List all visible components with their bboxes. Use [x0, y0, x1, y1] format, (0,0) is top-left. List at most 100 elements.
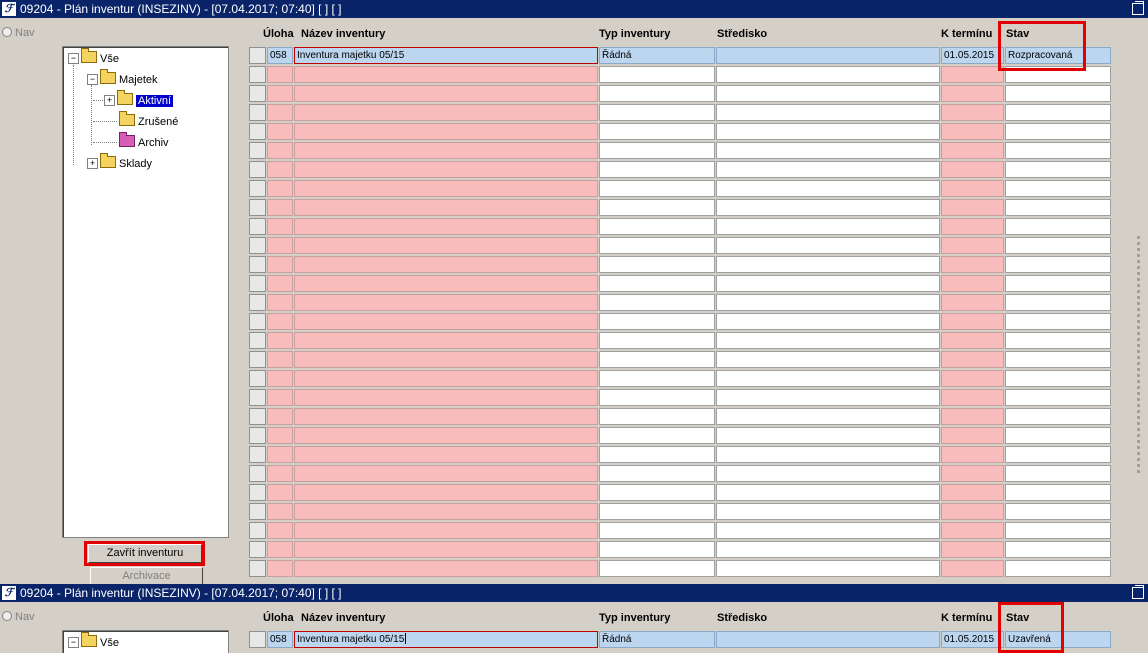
- cell-stredisko[interactable]: [716, 351, 940, 368]
- cell-nazev[interactable]: [294, 161, 598, 178]
- cell-uloha[interactable]: [267, 427, 293, 444]
- cell-typ[interactable]: Řádná: [599, 47, 715, 64]
- cell-termin[interactable]: [941, 123, 1004, 140]
- cell-stredisko[interactable]: [716, 370, 940, 387]
- restore-window-icon[interactable]: [1132, 1, 1144, 15]
- cell-stredisko[interactable]: [716, 560, 940, 577]
- cell-typ[interactable]: [599, 142, 715, 159]
- tree-node-vse[interactable]: − Vše: [68, 48, 119, 67]
- row-selector[interactable]: [249, 503, 266, 520]
- row-selector[interactable]: [249, 85, 266, 102]
- cell-stav[interactable]: [1005, 332, 1111, 349]
- cell-nazev[interactable]: [294, 237, 598, 254]
- cell-nazev[interactable]: [294, 484, 598, 501]
- cell-uloha[interactable]: [267, 522, 293, 539]
- cell-termin[interactable]: [941, 218, 1004, 235]
- cell-typ[interactable]: [599, 541, 715, 558]
- cell-uloha[interactable]: [267, 446, 293, 463]
- category-tree[interactable]: − Vše − Majetek + Aktivní Zrušené Archiv + S…: [62, 46, 229, 538]
- cell-stredisko[interactable]: [716, 123, 940, 140]
- cell-stredisko[interactable]: [716, 631, 940, 648]
- cell-nazev[interactable]: [294, 256, 598, 273]
- cell-stredisko[interactable]: [716, 465, 940, 482]
- cell-nazev[interactable]: [294, 66, 598, 83]
- cell-typ[interactable]: [599, 66, 715, 83]
- cell-typ[interactable]: [599, 180, 715, 197]
- cell-termin[interactable]: [941, 237, 1004, 254]
- row-selector[interactable]: [249, 66, 266, 83]
- cell-stredisko[interactable]: [716, 218, 940, 235]
- row-selector[interactable]: [249, 294, 266, 311]
- row-selector[interactable]: [249, 47, 266, 64]
- row-selector[interactable]: [249, 408, 266, 425]
- cell-uloha[interactable]: 058: [267, 47, 293, 64]
- cell-typ[interactable]: [599, 85, 715, 102]
- cell-stredisko[interactable]: [716, 142, 940, 159]
- cell-stredisko[interactable]: [716, 332, 940, 349]
- cell-nazev[interactable]: [294, 427, 598, 444]
- row-selector[interactable]: [249, 522, 266, 539]
- cell-uloha[interactable]: [267, 465, 293, 482]
- expand-icon[interactable]: +: [87, 158, 98, 169]
- cell-nazev[interactable]: [294, 446, 598, 463]
- collapse-icon[interactable]: −: [68, 53, 79, 64]
- cell-typ[interactable]: [599, 351, 715, 368]
- cell-nazev[interactable]: [294, 313, 598, 330]
- cell-nazev[interactable]: [294, 541, 598, 558]
- cell-typ[interactable]: [599, 313, 715, 330]
- cell-stav[interactable]: [1005, 180, 1111, 197]
- cell-termin[interactable]: [941, 142, 1004, 159]
- cell-nazev[interactable]: [294, 199, 598, 216]
- nav-toggle[interactable]: Nav: [2, 27, 35, 39]
- cell-typ[interactable]: [599, 522, 715, 539]
- row-selector[interactable]: [249, 199, 266, 216]
- restore-window-icon[interactable]: [1132, 585, 1144, 599]
- cell-stav[interactable]: [1005, 465, 1111, 482]
- archive-button[interactable]: Archivace: [90, 567, 203, 584]
- cell-termin[interactable]: [941, 389, 1004, 406]
- tree-node-vse[interactable]: − Vše: [68, 632, 119, 651]
- cell-uloha[interactable]: [267, 142, 293, 159]
- cell-uloha[interactable]: [267, 313, 293, 330]
- cell-nazev[interactable]: [294, 294, 598, 311]
- cell-typ[interactable]: [599, 408, 715, 425]
- cell-uloha[interactable]: [267, 541, 293, 558]
- cell-termin[interactable]: [941, 66, 1004, 83]
- cell-termin[interactable]: [941, 161, 1004, 178]
- cell-uloha[interactable]: [267, 180, 293, 197]
- row-selector[interactable]: [249, 218, 266, 235]
- cell-nazev[interactable]: Inventura majetku 05/15: [294, 631, 598, 648]
- cell-stredisko[interactable]: [716, 256, 940, 273]
- cell-termin[interactable]: [941, 446, 1004, 463]
- cell-nazev[interactable]: [294, 332, 598, 349]
- cell-nazev[interactable]: [294, 465, 598, 482]
- cell-nazev[interactable]: [294, 123, 598, 140]
- row-selector[interactable]: [249, 484, 266, 501]
- cell-stredisko[interactable]: [716, 237, 940, 254]
- cell-stredisko[interactable]: [716, 66, 940, 83]
- cell-uloha[interactable]: [267, 275, 293, 292]
- cell-termin[interactable]: [941, 503, 1004, 520]
- cell-termin[interactable]: [941, 465, 1004, 482]
- cell-nazev[interactable]: [294, 218, 598, 235]
- cell-typ[interactable]: [599, 199, 715, 216]
- row-selector[interactable]: [249, 313, 266, 330]
- cell-termin[interactable]: [941, 522, 1004, 539]
- cell-nazev[interactable]: [294, 180, 598, 197]
- cell-typ[interactable]: [599, 427, 715, 444]
- cell-stredisko[interactable]: [716, 85, 940, 102]
- cell-stredisko[interactable]: [716, 522, 940, 539]
- cell-stav[interactable]: [1005, 256, 1111, 273]
- row-selector[interactable]: [249, 180, 266, 197]
- cell-typ[interactable]: [599, 389, 715, 406]
- cell-stav[interactable]: [1005, 199, 1111, 216]
- cell-nazev[interactable]: [294, 389, 598, 406]
- cell-stredisko[interactable]: [716, 389, 940, 406]
- cell-nazev[interactable]: [294, 275, 598, 292]
- cell-nazev[interactable]: [294, 85, 598, 102]
- expand-icon[interactable]: +: [104, 95, 115, 106]
- cell-typ[interactable]: [599, 161, 715, 178]
- cell-stav[interactable]: [1005, 503, 1111, 520]
- cell-stredisko[interactable]: [716, 313, 940, 330]
- row-selector[interactable]: [249, 332, 266, 349]
